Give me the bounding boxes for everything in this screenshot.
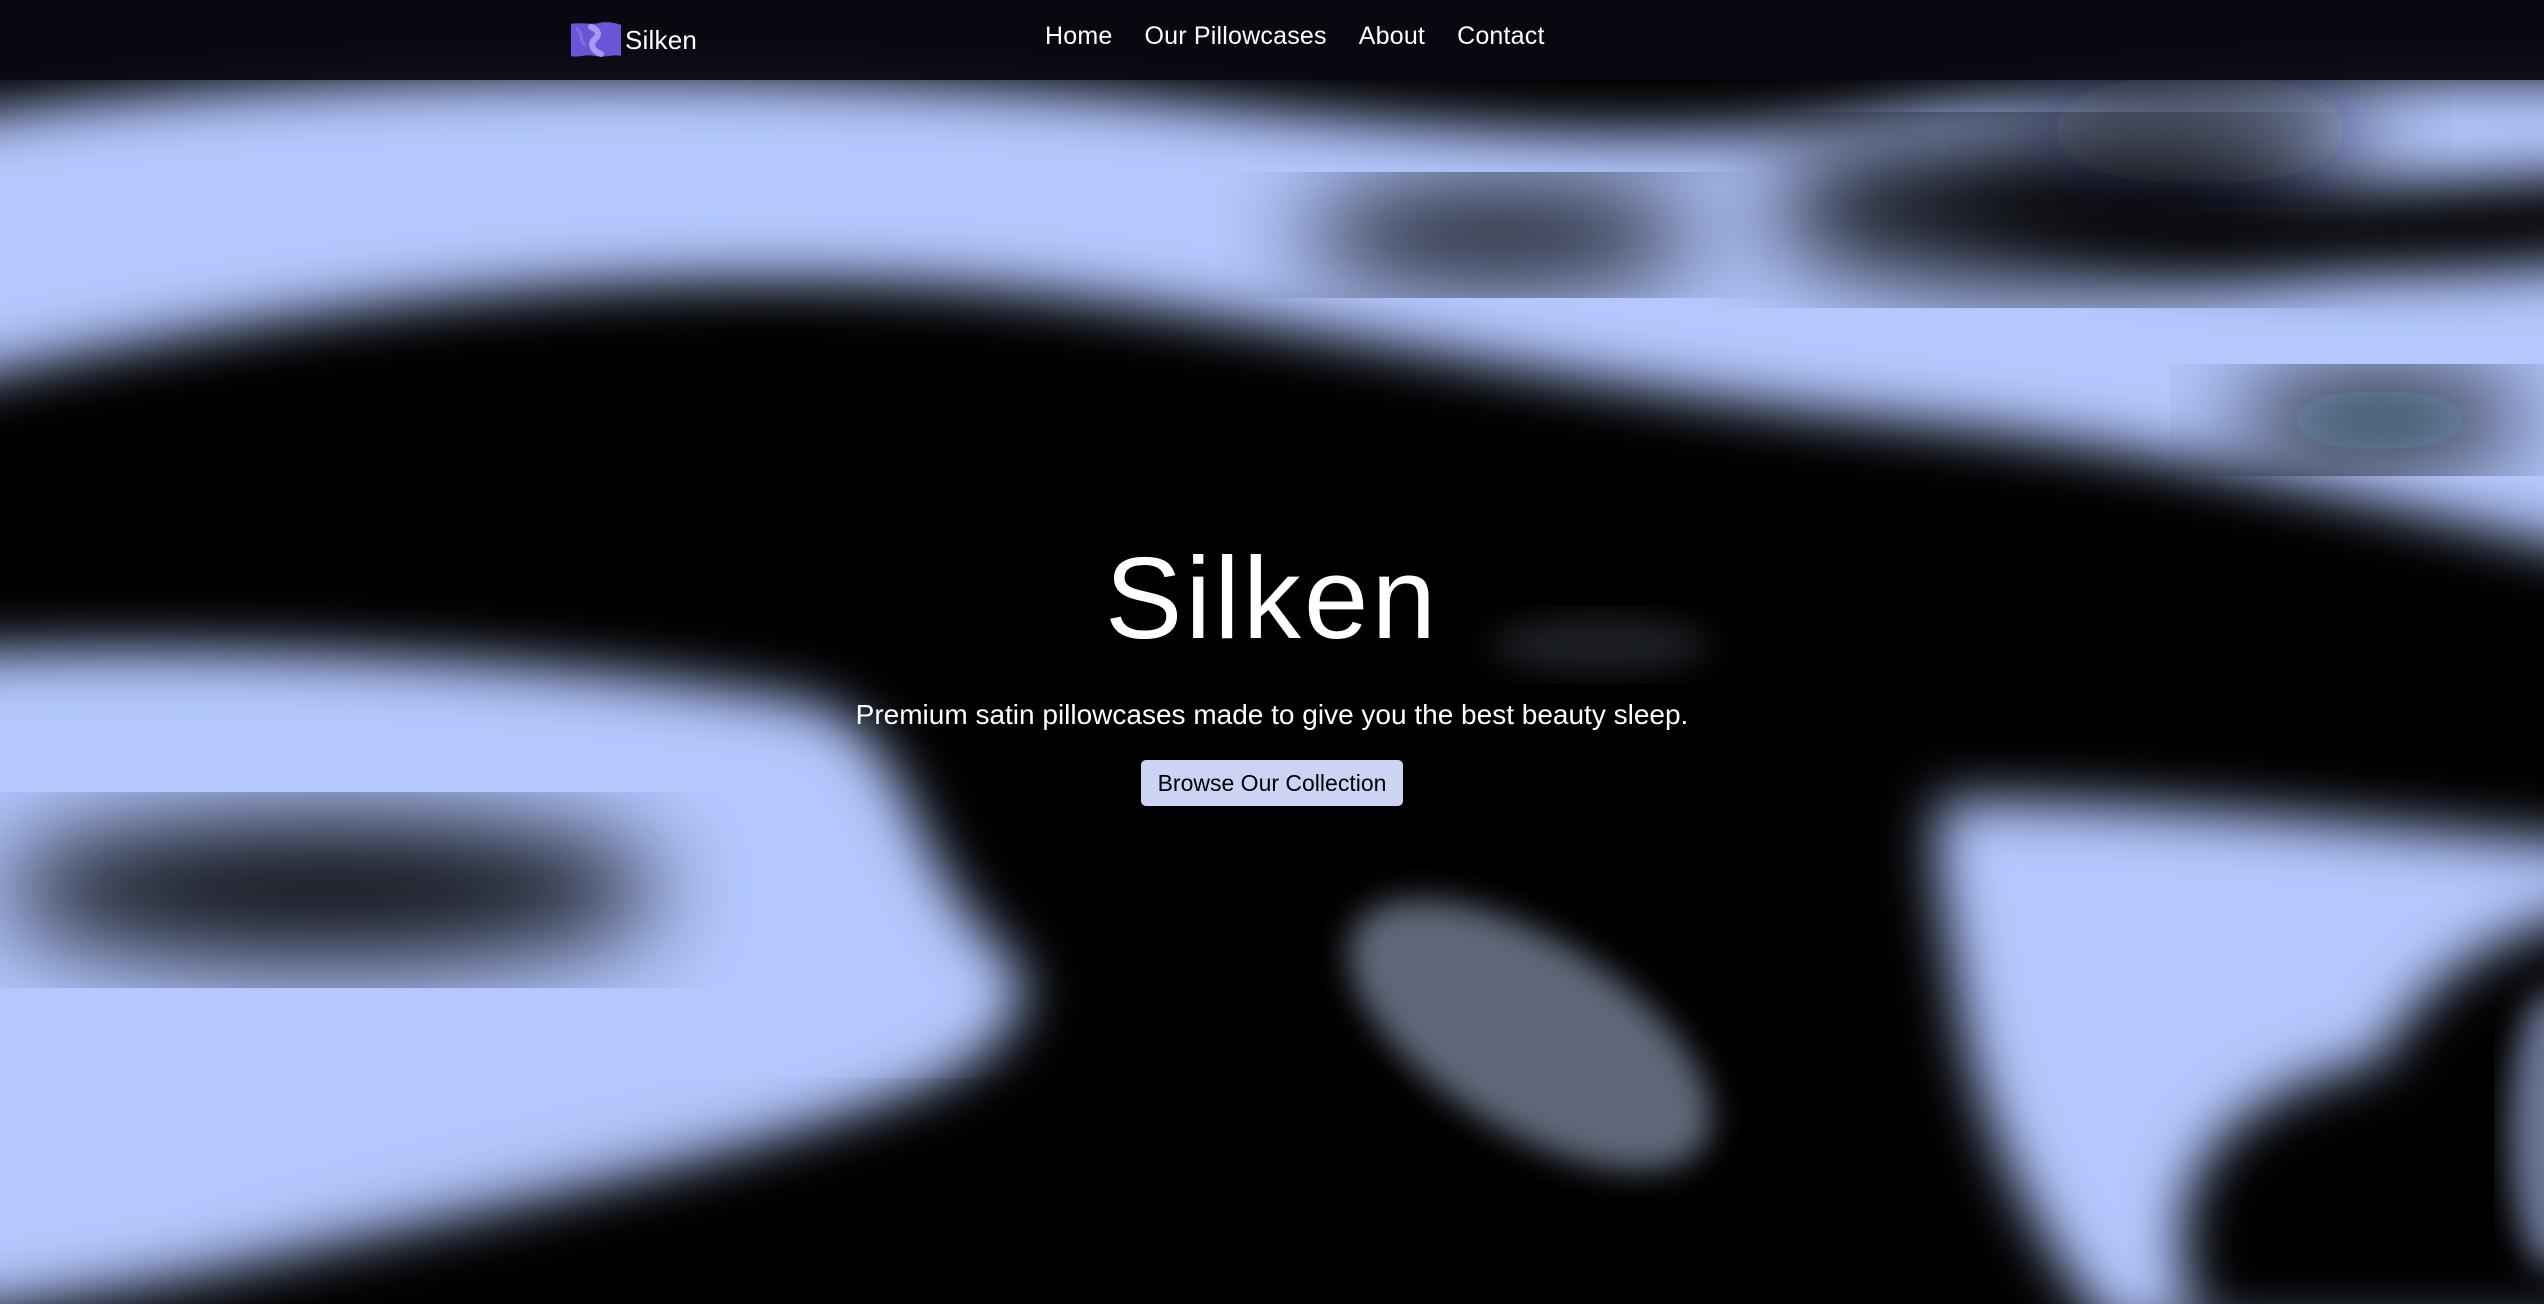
hero-subtitle: Premium satin pillowcases made to give y… — [855, 699, 1689, 730]
nav-link-home[interactable]: Home — [1045, 22, 1113, 51]
wavy-pillow-logo-icon — [571, 22, 621, 57]
top-navbar: Silken Home Our Pillowcases About Contac… — [0, 0, 2544, 80]
brand-home-link[interactable]: Silken — [569, 21, 697, 59]
brand-name: Silken — [625, 24, 698, 55]
browse-collection-button[interactable]: Browse Our Collection — [1141, 760, 1403, 806]
nav-link-contact[interactable]: Contact — [1457, 22, 1545, 51]
landing-page: Silken Home Our Pillowcases About Contac… — [0, 0, 2544, 1304]
hero-section: Silken Premium satin pillowcases made to… — [0, 0, 2544, 1304]
main-nav: Home Our Pillowcases About Contact — [1045, 22, 1545, 51]
nav-link-our-pillowcases[interactable]: Our Pillowcases — [1145, 22, 1327, 51]
nav-link-about[interactable]: About — [1359, 22, 1425, 51]
hero-title: Silken — [1105, 533, 1439, 663]
